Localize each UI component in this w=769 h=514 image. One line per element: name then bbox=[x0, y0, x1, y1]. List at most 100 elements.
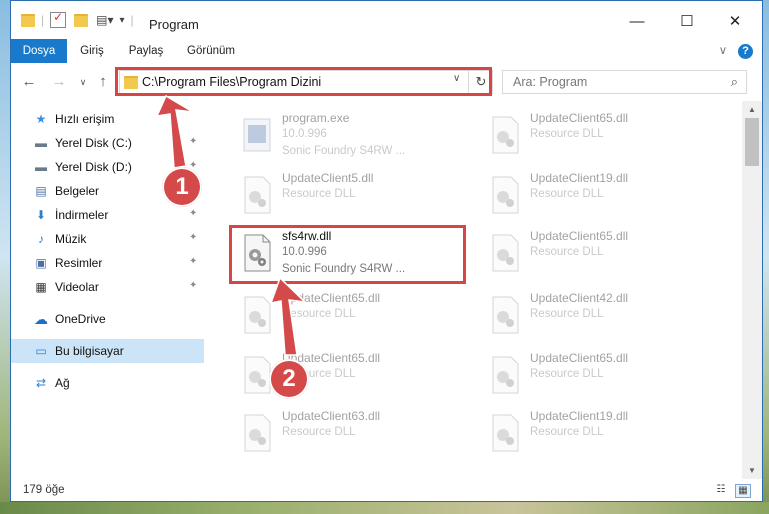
toolbar-divider-2: | bbox=[130, 13, 134, 27]
status-bar: 179 öğe ☷ ▦ bbox=[11, 479, 762, 501]
sidebar-item-downloads[interactable]: ⬇ İndirmeler ✦ bbox=[11, 203, 204, 227]
properties-icon[interactable]: ✓ bbox=[50, 10, 67, 28]
quick-access-toolbar: | ✓ ▤▾ ▾ | bbox=[21, 10, 134, 28]
computer-icon: ▭ bbox=[35, 344, 47, 358]
file-item[interactable]: UpdateClient19.dll Resource DLL bbox=[480, 405, 720, 463]
file-description: Resource DLL bbox=[530, 246, 604, 258]
sidebar-item-network[interactable]: ⇄ Ağ bbox=[11, 371, 204, 395]
title-bar: | ✓ ▤▾ ▾ | Program — ☐ ✕ bbox=[11, 1, 762, 39]
search-input[interactable]: Ara: Program bbox=[513, 75, 587, 89]
item-count: 179 öğe bbox=[23, 484, 65, 496]
up-button[interactable]: ↑ bbox=[93, 72, 113, 92]
file-name: UpdateClient65.dll bbox=[530, 229, 629, 243]
desktop-background-bottom bbox=[0, 502, 769, 514]
callout-step-1: 1 bbox=[162, 167, 202, 207]
scroll-down-arrow-icon[interactable]: ▼ bbox=[742, 462, 762, 479]
callout-step-2: 2 bbox=[269, 359, 309, 399]
sidebar-item-pictures[interactable]: ▣ Resimler ✦ bbox=[11, 251, 204, 275]
network-icon: ⇄ bbox=[35, 376, 47, 390]
desktop-background-left bbox=[0, 0, 10, 514]
file-description: Resource DLL bbox=[282, 426, 356, 438]
sidebar-item-quick-access[interactable]: ★ Hızlı erişim bbox=[11, 107, 204, 131]
file-list: program.exe 10.0.996 Sonic Foundry S4RW … bbox=[204, 101, 742, 479]
file-item[interactable]: UpdateClient19.dll Resource DLL bbox=[480, 167, 720, 225]
file-description: Resource DLL bbox=[530, 188, 604, 200]
sidebar-item-this-pc[interactable]: ▭ Bu bilgisayar bbox=[11, 339, 204, 363]
file-description: Sonic Foundry S4RW ... bbox=[282, 145, 406, 157]
minimize-button[interactable]: — bbox=[617, 9, 657, 35]
documents-icon: ▤ bbox=[35, 184, 47, 198]
file-name: UpdateClient19.dll bbox=[530, 409, 629, 423]
sidebar-item-label: Müzik bbox=[55, 232, 87, 246]
desktop-background-right bbox=[763, 0, 769, 514]
file-description: Resource DLL bbox=[282, 308, 356, 320]
ribbon-expand-button[interactable]: ∨ bbox=[713, 39, 733, 63]
recent-locations-button[interactable]: ∨ bbox=[73, 72, 93, 92]
music-icon: ♪ bbox=[38, 232, 44, 246]
sidebar-item-onedrive[interactable]: ☁ OneDrive bbox=[11, 307, 204, 331]
file-item[interactable]: UpdateClient5.dll Resource DLL bbox=[232, 167, 472, 225]
sidebar-item-label: Ağ bbox=[55, 376, 70, 390]
file-description: Resource DLL bbox=[530, 128, 604, 140]
new-folder-icon[interactable] bbox=[74, 13, 89, 27]
tiles-view-icon[interactable]: ▦ bbox=[735, 484, 751, 498]
scroll-up-arrow-icon[interactable]: ▲ bbox=[742, 101, 762, 118]
back-button[interactable]: ← bbox=[19, 72, 39, 92]
pin-icon: ✦ bbox=[189, 208, 198, 219]
file-item[interactable]: UpdateClient65.dll Resource DLL bbox=[480, 347, 720, 405]
sidebar-item-label: OneDrive bbox=[55, 312, 106, 326]
sidebar-item-music[interactable]: ♪ Müzik ✦ bbox=[11, 227, 204, 251]
file-item[interactable]: UpdateClient65.dll Resource DLL bbox=[480, 225, 720, 283]
pin-icon: ✦ bbox=[189, 256, 198, 267]
sidebar-item-label: Yerel Disk (C:) bbox=[55, 136, 132, 150]
download-icon: ⬇ bbox=[35, 208, 47, 222]
view-menu-icon[interactable]: ▤▾ bbox=[96, 13, 113, 27]
pin-icon: ✦ bbox=[189, 136, 198, 147]
help-button[interactable]: ? bbox=[738, 44, 753, 59]
search-box[interactable]: Ara: Program ⌕ bbox=[502, 70, 747, 94]
file-item[interactable]: UpdateClient65.dll Resource DLL bbox=[232, 287, 472, 345]
exe-file-icon bbox=[243, 118, 271, 152]
sidebar-item-label: Resimler bbox=[55, 256, 103, 270]
sidebar-item-local-disk-c[interactable]: ▬ Yerel Disk (C:) ✦ bbox=[11, 131, 204, 155]
details-view-icon[interactable]: ☷ bbox=[714, 484, 728, 496]
sidebar-item-label: Videolar bbox=[55, 280, 99, 294]
customize-toolbar-icon[interactable]: ▾ bbox=[120, 15, 125, 26]
drive-icon: ▬ bbox=[35, 160, 47, 174]
file-item[interactable]: program.exe 10.0.996 Sonic Foundry S4RW … bbox=[232, 107, 472, 165]
vertical-scrollbar[interactable]: ▲ ▼ bbox=[742, 101, 762, 479]
file-item[interactable]: UpdateClient65.dll Resource DLL bbox=[480, 107, 720, 165]
toolbar-divider: | bbox=[41, 13, 45, 27]
file-name: program.exe bbox=[282, 111, 350, 125]
address-bar-highlight bbox=[115, 67, 492, 96]
sidebar-item-label: Belgeler bbox=[55, 184, 100, 198]
dll-file-icon bbox=[492, 116, 519, 154]
sidebar-item-videos[interactable]: ▦ Videolar ✦ bbox=[11, 275, 204, 299]
file-version: 10.0.996 bbox=[282, 128, 327, 140]
dll-file-icon bbox=[492, 414, 519, 452]
pictures-icon: ▣ bbox=[35, 256, 47, 270]
dll-file-icon bbox=[244, 176, 271, 214]
forward-button[interactable]: → bbox=[49, 72, 69, 92]
tab-giris[interactable]: Giriş bbox=[71, 39, 113, 63]
file-name: UpdateClient65.dll bbox=[282, 291, 381, 305]
file-name: UpdateClient19.dll bbox=[530, 171, 629, 185]
file-item[interactable]: UpdateClient63.dll Resource DLL bbox=[232, 405, 472, 463]
tab-paylas[interactable]: Paylaş bbox=[123, 39, 169, 63]
ribbon-tabs: Dosya Giriş Paylaş Görünüm ∨ ? bbox=[11, 39, 762, 64]
dll-file-icon bbox=[244, 414, 271, 452]
file-item[interactable]: UpdateClient65.dll Resource DLL bbox=[232, 347, 472, 405]
cloud-icon: ☁ bbox=[34, 311, 48, 327]
tab-gorunum[interactable]: Görünüm bbox=[181, 39, 241, 63]
sidebar-item-label: Bu bilgisayar bbox=[55, 344, 124, 358]
file-description: Resource DLL bbox=[530, 308, 604, 320]
scrollbar-thumb[interactable] bbox=[745, 118, 759, 166]
maximize-button[interactable]: ☐ bbox=[667, 9, 707, 35]
file-highlight bbox=[229, 225, 466, 284]
videos-icon: ▦ bbox=[35, 280, 47, 294]
file-item[interactable]: UpdateClient42.dll Resource DLL bbox=[480, 287, 720, 345]
file-description: Resource DLL bbox=[530, 426, 604, 438]
sidebar-item-label: Yerel Disk (D:) bbox=[55, 160, 132, 174]
tab-dosya[interactable]: Dosya bbox=[11, 39, 67, 63]
close-button[interactable]: ✕ bbox=[715, 9, 755, 35]
